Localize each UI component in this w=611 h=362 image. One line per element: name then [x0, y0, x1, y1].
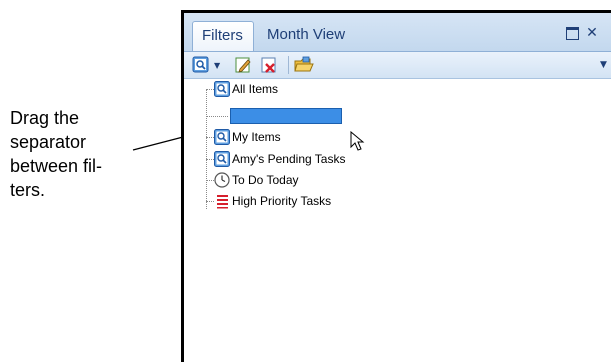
- tree-item-label: All Items: [232, 82, 279, 96]
- filter-toolbar: ▼ ▼: [184, 52, 611, 79]
- toolbar-separator: [288, 56, 289, 74]
- tree-item-label: High Priority Tasks: [232, 194, 332, 208]
- search-filter-icon: [214, 151, 230, 167]
- close-button[interactable]: ✕: [584, 25, 600, 41]
- mouse-cursor-icon: [350, 130, 366, 158]
- callout-line: between fil-: [10, 156, 103, 176]
- edit-icon[interactable]: [234, 56, 252, 74]
- tree-connector: [206, 159, 214, 160]
- tree-connector: [206, 89, 207, 209]
- tab-strip: Filters Month View ✕: [184, 13, 611, 52]
- callout-annotation: Drag the separator between fil- ters.: [10, 106, 160, 202]
- filters-panel: Filters Month View ✕ ▼ ▼ All Items My It…: [181, 10, 611, 362]
- tree-connector: [206, 180, 214, 181]
- callout-line: separator: [10, 132, 87, 152]
- priority-list-icon: [214, 193, 230, 209]
- tree-connector: [206, 137, 214, 138]
- drop-separator[interactable]: [230, 108, 342, 124]
- folder-icon[interactable]: [294, 56, 314, 74]
- tree-item-label: Amy's Pending Tasks: [232, 152, 346, 166]
- tab-month-view[interactable]: Month View: [258, 21, 368, 51]
- tab-filters[interactable]: Filters: [192, 21, 254, 51]
- callout-line: Drag the: [10, 108, 80, 128]
- clock-icon: [214, 172, 230, 188]
- maximize-icon: [566, 27, 579, 40]
- tree-connector: [206, 89, 214, 90]
- toolbar-overflow-icon[interactable]: ▼: [600, 60, 607, 70]
- search-filter-icon: [214, 129, 230, 145]
- tree-item-label: My Items: [232, 130, 281, 144]
- delete-icon[interactable]: [260, 56, 278, 74]
- search-filter-icon: [214, 81, 230, 97]
- tree-item-label: To Do Today: [232, 173, 299, 187]
- filter-tree: All Items My Items Amy's Pending Tasks T…: [184, 79, 611, 362]
- search-filter-icon[interactable]: [192, 56, 210, 74]
- callout-line: ters.: [10, 180, 46, 200]
- tree-connector: [206, 201, 214, 202]
- tree-connector: [206, 116, 228, 117]
- dropdown-arrow-icon[interactable]: ▼: [214, 61, 220, 79]
- maximize-button[interactable]: [564, 25, 580, 41]
